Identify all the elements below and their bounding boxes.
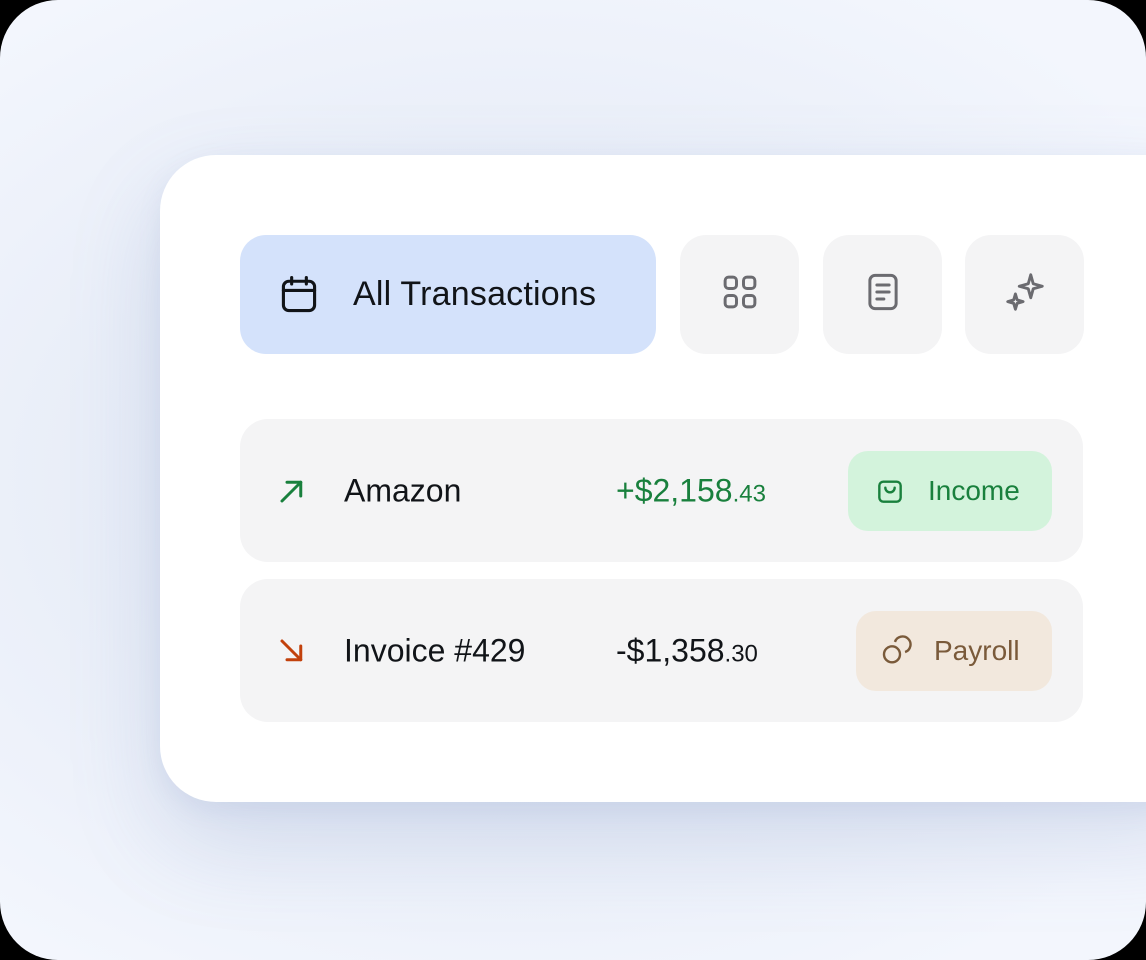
arrow-down-right-icon [277, 636, 307, 666]
category-badge-payroll[interactable]: Payroll [856, 610, 1052, 691]
coins-icon [880, 634, 912, 667]
calendar-icon [277, 273, 321, 317]
shopping-bag-icon [874, 475, 906, 507]
transactions-card: All Transactions Amazon +$2,158.43 Incom… [160, 155, 1146, 802]
grid-icon [719, 271, 761, 318]
transaction-amount: -$1,358.30 [616, 632, 758, 669]
transaction-row-amazon[interactable]: Amazon +$2,158.43 Income [240, 419, 1083, 562]
tab-all-transactions-label: All Transactions [353, 275, 597, 313]
arrow-up-right-icon [277, 476, 307, 506]
amount-cents: .43 [732, 480, 766, 507]
tab-document[interactable] [823, 235, 942, 354]
transaction-name: Invoice #429 [344, 632, 526, 668]
transaction-amount: +$2,158.43 [616, 472, 766, 509]
background-frame: All Transactions Amazon +$2,158.43 Incom… [0, 0, 1146, 960]
transaction-name: Amazon [344, 472, 462, 508]
transaction-row-invoice[interactable]: Invoice #429 -$1,358.30 Payroll [240, 579, 1083, 722]
badge-label: Income [928, 474, 1020, 506]
tab-grid[interactable] [680, 235, 799, 354]
amount-main: +$2,158 [616, 472, 733, 508]
tab-all-transactions[interactable]: All Transactions [240, 235, 656, 354]
category-badge-income[interactable]: Income [848, 450, 1052, 531]
sparkles-icon [1002, 269, 1048, 320]
badge-label: Payroll [934, 634, 1020, 666]
tab-sparkles[interactable] [965, 235, 1084, 354]
amount-main: -$1,358 [616, 632, 725, 668]
amount-cents: .30 [724, 640, 758, 667]
document-icon [862, 271, 904, 318]
